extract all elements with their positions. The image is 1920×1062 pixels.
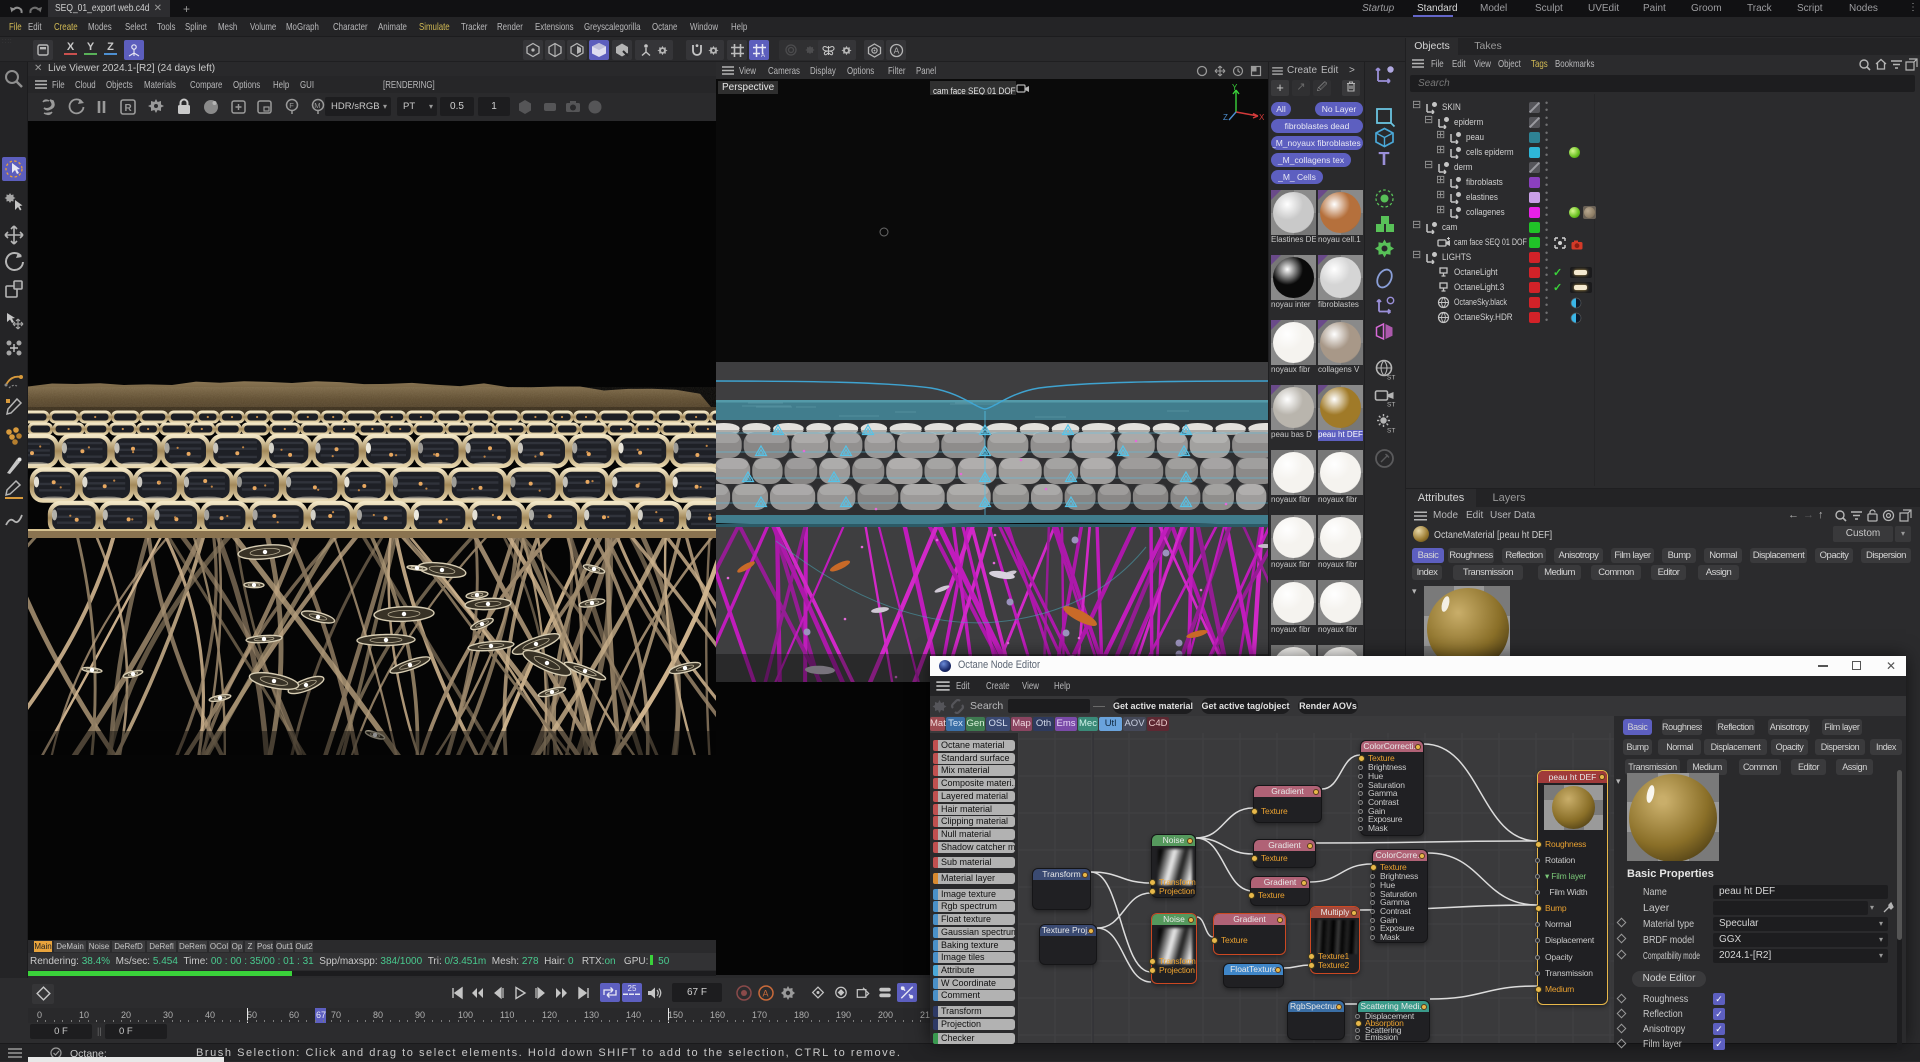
svg-text:A: A xyxy=(761,53,765,58)
svg-text:M: M xyxy=(314,101,320,110)
svg-text:Z: Z xyxy=(1223,113,1228,122)
svg-text:ST: ST xyxy=(1387,428,1395,435)
svg-text:R: R xyxy=(125,103,133,114)
svg-text:A: A xyxy=(763,989,769,999)
svg-text:T: T xyxy=(1379,149,1390,169)
svg-text:Y: Y xyxy=(1232,84,1238,92)
svg-text:X: X xyxy=(1259,113,1264,122)
svg-text:ST: ST xyxy=(1387,375,1395,382)
svg-text:ST: ST xyxy=(1387,402,1395,409)
svg-text:F: F xyxy=(289,101,294,110)
svg-text:A: A xyxy=(893,45,899,55)
